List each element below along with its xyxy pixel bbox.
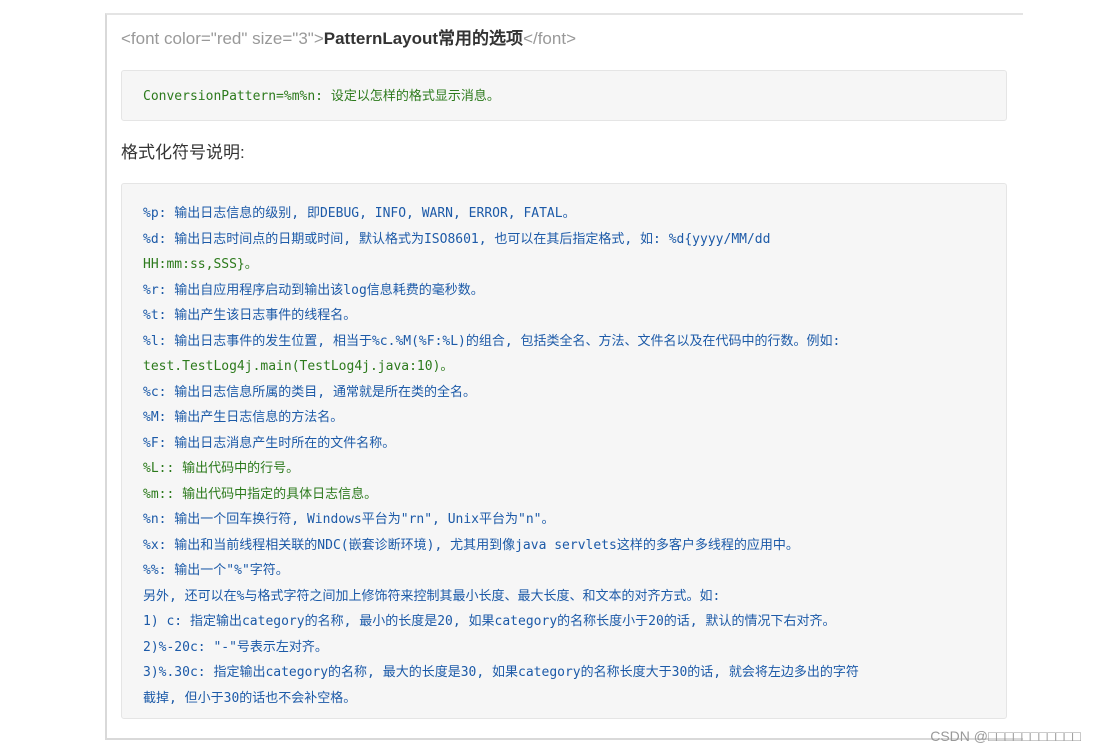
format-line: 另外, 还可以在%与格式字符之间加上修饰符来控制其最小长度、最大长度、和文本的对… [143,588,721,604]
format-line: %r: 输出自应用程序启动到输出该log信息耗费的毫秒数。 [143,282,484,298]
format-line: %n: 输出一个回车换行符, Windows平台为"rn", Unix平台为"n… [143,512,555,527]
format-line: 3)%.30c: 指定输出category的名称, 最大的长度是30, 如果ca… [143,665,859,680]
format-code-block: %p: 输出日志信息的级别, 即DEBUG, INFO, WARN, ERROR… [121,183,1007,719]
section-heading: <font color="red" size="3">PatternLayout… [121,27,576,51]
format-line: %%: 输出一个"%"字符。 [143,563,289,578]
csdn-watermark: CSDN @□□□□□□□□□□□ [930,728,1081,744]
conversion-pattern-text: ConversionPattern=%m%n: 设定以怎样的格式显示消息。 [143,89,500,104]
format-line: %m:: 输出代码中指定的具体日志信息。 [143,486,378,502]
format-line: %L:: 输出代码中的行号。 [143,461,300,476]
format-line: 1) c: 指定输出category的名称, 最小的长度是20, 如果categ… [143,614,836,629]
format-line: %d: 输出日志时间点的日期或时间, 默认格式为ISO8601, 也可以在其后指… [143,231,771,247]
format-line: %p: 输出日志信息的级别, 即DEBUG, INFO, WARN, ERROR… [143,206,576,221]
heading-title: PatternLayout常用的选项 [323,29,524,48]
format-line: %l: 输出日志事件的发生位置, 相当于%c.%M(%F:%L)的组合, 包括类… [143,333,841,349]
format-line: 2)%-20c: "-"号表示左对齐。 [143,639,328,655]
format-line: %F: 输出日志消息产生时所在的文件名称。 [143,435,396,451]
format-line: test.TestLog4j.main(TestLog4j.java:10)。 [143,359,454,374]
font-open-tag: <font color="red" size="3"> [121,29,324,48]
font-close-tag: </font> [523,29,576,48]
conversion-code-block: ConversionPattern=%m%n: 设定以怎样的格式显示消息。 [121,70,1007,121]
format-line: %c: 输出日志信息所属的类目, 通常就是所在类的全名。 [143,384,476,400]
format-line: %M: 输出产生日志信息的方法名。 [143,410,344,425]
format-line: HH:mm:ss,SSS}。 [143,257,258,272]
format-line: 截掉, 但小于30的话也不会补空格。 [143,690,357,706]
format-heading: 格式化符号说明: [121,143,245,162]
format-line: %x: 输出和当前线程相关联的NDC(嵌套诊断环境), 尤其用到像java se… [143,537,799,553]
format-line: %t: 输出产生该日志事件的线程名。 [143,308,357,323]
